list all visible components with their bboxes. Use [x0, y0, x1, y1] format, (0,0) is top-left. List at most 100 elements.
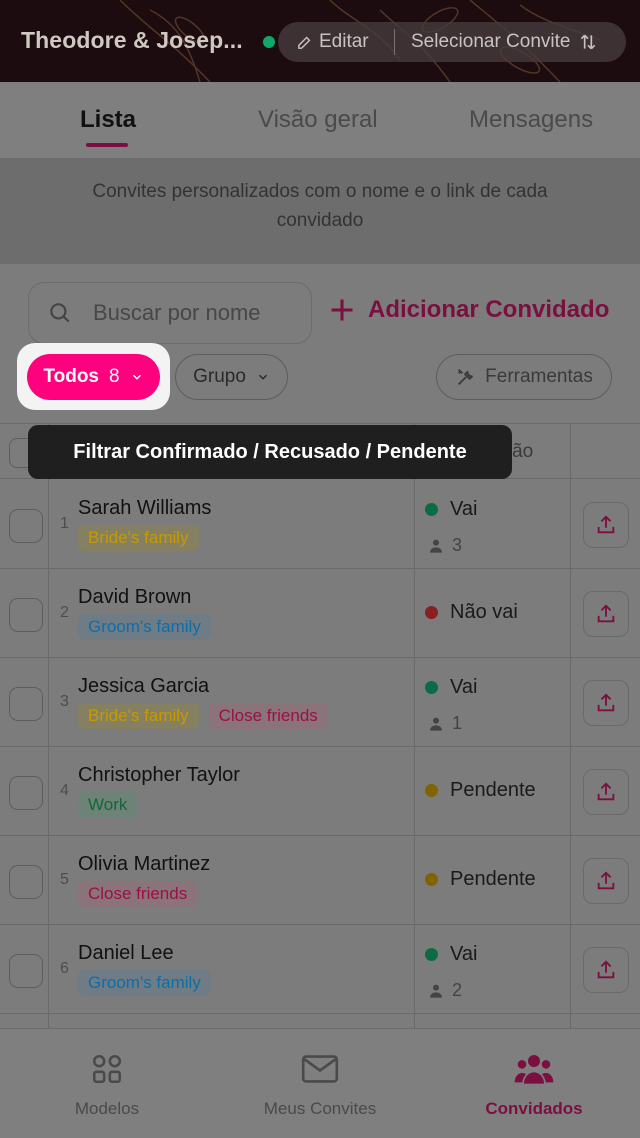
active-tab-indicator [86, 143, 128, 147]
filter-group-label: Grupo [193, 366, 246, 387]
nav-item-meus-convites[interactable]: Meus Convites [250, 1029, 390, 1138]
search-icon [50, 303, 70, 323]
plus-icon [331, 299, 353, 321]
share-button[interactable] [583, 947, 629, 993]
table-row[interactable]: 3 Jessica Garcia Bride's family Close fr… [0, 658, 640, 747]
tab-bar: Lista Visão geral Mensagens [0, 82, 640, 158]
share-icon [597, 782, 615, 801]
tag-work: Work [78, 792, 138, 818]
filter-todos-label: Todos [43, 366, 99, 387]
person-icon [430, 717, 442, 731]
guest-name: Sarah Williams [78, 497, 212, 519]
tag-grooms-family: Groom's family [78, 970, 211, 996]
bottom-nav: Modelos Meus Convites Convidados [0, 1028, 640, 1138]
edit-button[interactable]: Editar [296, 22, 369, 62]
rsvp-status: Vai [425, 498, 477, 521]
status-label: Vai [450, 498, 478, 520]
guest-name: Christopher Taylor [78, 764, 240, 786]
status-dot [425, 503, 438, 516]
row-checkbox[interactable] [9, 509, 43, 543]
share-button[interactable] [583, 680, 629, 726]
envelope-icon [301, 1055, 339, 1083]
status-label: Pendente [450, 868, 536, 890]
rsvp-status: Vai [425, 676, 477, 699]
edit-label: Editar [319, 31, 369, 52]
nav-label: Convidados [485, 1099, 583, 1118]
nav-label: Modelos [74, 1099, 140, 1118]
share-icon [597, 871, 615, 890]
tag-brides-family: Bride's family [78, 525, 199, 551]
app-header: Theodore & Josep... Editar Selecionar Co… [0, 0, 640, 82]
guest-count: 2 [428, 980, 462, 1001]
people-icon [514, 1055, 554, 1084]
row-checkbox[interactable] [9, 687, 43, 721]
share-icon [597, 693, 615, 712]
tools-label: Ferramentas [485, 366, 593, 387]
guest-name: Daniel Lee [78, 942, 174, 964]
share-icon [597, 515, 615, 534]
add-guest-button[interactable]: Adicionar Convidado [328, 296, 609, 324]
status-label: Vai [450, 943, 478, 965]
select-invite-button[interactable]: Selecionar Convite [411, 22, 598, 62]
nav-label: Meus Convites [263, 1099, 377, 1118]
filter-group-button[interactable]: Grupo [175, 354, 288, 400]
row-checkbox[interactable] [9, 954, 43, 988]
row-checkbox[interactable] [9, 776, 43, 810]
tab-visao-geral[interactable]: Visão geral [258, 106, 378, 134]
chevron-down-icon [132, 374, 141, 380]
nav-item-modelos[interactable]: Modelos [60, 1029, 154, 1138]
status-dot [425, 873, 438, 886]
status-label: Vai [450, 676, 478, 698]
select-invite-label: Selecionar Convite [411, 31, 571, 52]
filter-todos-count: 8 [109, 366, 120, 387]
guest-count: 3 [428, 535, 462, 556]
tag-close-friends: Close friends [78, 881, 198, 907]
share-button[interactable] [583, 858, 629, 904]
chevron-down-icon [258, 374, 267, 380]
tab-mensagens[interactable]: Mensagens [469, 106, 593, 134]
table-row[interactable]: 1 Sarah Williams Bride's family Vai 3 [0, 480, 640, 569]
row-checkbox[interactable] [9, 598, 43, 632]
tab-lista[interactable]: Lista [80, 106, 136, 134]
add-guest-label: Adicionar Convidado [368, 296, 610, 323]
event-title: Theodore & Josep... [21, 27, 243, 53]
guest-count-value: 1 [452, 713, 463, 733]
guest-count-value: 3 [452, 535, 463, 555]
guest-name: David Brown [78, 586, 192, 608]
filter-tooltip: Filtrar Confirmado / Recusado / Pendente [28, 425, 512, 479]
row-checkbox[interactable] [9, 865, 43, 899]
divider [394, 29, 395, 55]
row-index: 2 [60, 604, 69, 621]
guest-count-value: 2 [452, 980, 463, 1000]
info-banner: Convites personalizados com o nome e o l… [0, 158, 640, 264]
person-icon [430, 539, 442, 553]
rsvp-status: Pendente [425, 868, 536, 891]
share-button[interactable] [583, 769, 629, 815]
share-icon [597, 604, 615, 623]
share-button[interactable] [583, 502, 629, 548]
row-index: 4 [60, 782, 69, 799]
row-index: 3 [60, 693, 69, 710]
pencil-icon [298, 36, 311, 49]
table-row[interactable]: 2 David Brown Groom's family Não vai [0, 569, 640, 658]
rsvp-status: Pendente [425, 779, 536, 802]
filter-todos-button[interactable]: Todos 8 [27, 354, 160, 400]
table-row[interactable]: 6 Daniel Lee Groom's family Vai 2 [0, 925, 640, 1014]
online-status-dot [263, 36, 275, 48]
guest-name: Jessica Garcia [78, 675, 210, 697]
person-icon [430, 984, 442, 998]
status-dot [425, 606, 438, 619]
tag-brides-family: Bride's family [78, 703, 199, 729]
table-row[interactable]: 4 Christopher Taylor Work Pendente [0, 747, 640, 836]
table-row[interactable]: 5 Olivia Martinez Close friends Pendente [0, 836, 640, 925]
nav-item-convidados[interactable]: Convidados [472, 1029, 596, 1138]
status-label: Pendente [450, 779, 536, 801]
row-index: 5 [60, 871, 69, 888]
tools-button[interactable]: Ferramentas [436, 354, 612, 400]
rsvp-status: Não vai [425, 601, 518, 624]
search-input[interactable]: Buscar por nome [28, 282, 312, 344]
status-dot [425, 948, 438, 961]
guest-count: 1 [428, 713, 462, 734]
status-label: Não vai [450, 601, 518, 623]
share-button[interactable] [583, 591, 629, 637]
